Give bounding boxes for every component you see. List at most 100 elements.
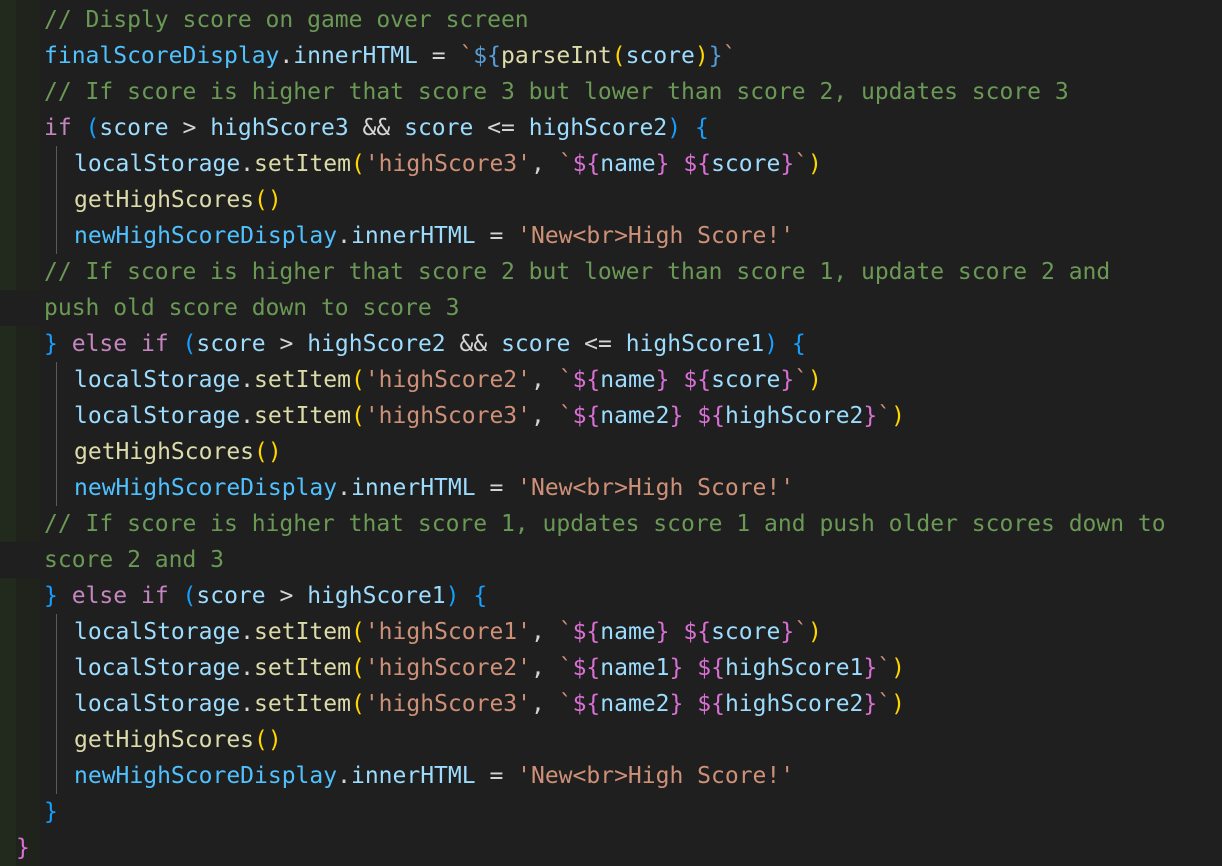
code-token: 'highScore2'	[364, 367, 531, 393]
code-token: ()	[254, 187, 282, 213]
code-token: (	[611, 43, 626, 69]
code-token: // If score is higher that score 2 but l…	[44, 259, 1111, 285]
code-line[interactable]: localStorage.setItem('highScore2', `${na…	[0, 650, 1222, 686]
code-line[interactable]: if (score > highScore3 && score <= highS…	[0, 110, 1222, 146]
code-line[interactable]: localStorage.setItem('highScore3', `${na…	[0, 398, 1222, 434]
line-text: } else if (score > highScore2 && score <…	[44, 326, 806, 362]
code-lines[interactable]: // Disply score on game over screen fina…	[0, 2, 1222, 866]
line-text: newHighScoreDisplay.innerHTML = 'New<br>…	[74, 758, 794, 794]
code-line[interactable]: newHighScoreDisplay.innerHTML = 'New<br>…	[0, 470, 1222, 506]
code-line[interactable]: } else if (score > highScore1) {	[0, 578, 1222, 614]
code-token: innerHTML	[293, 43, 418, 69]
code-line[interactable]: } else if (score > highScore2 && score <…	[0, 326, 1222, 362]
code-line[interactable]: getHighScores()	[0, 182, 1222, 218]
code-token: ${	[683, 367, 712, 393]
wrap-gap	[0, 542, 40, 578]
code-token: }	[16, 835, 30, 861]
code-token: {	[791, 331, 806, 357]
code-token: .	[240, 367, 255, 393]
code-line[interactable]: newHighScoreDisplay.innerHTML = 'New<br>…	[0, 218, 1222, 254]
code-token: newHighScoreDisplay	[74, 763, 338, 789]
code-line[interactable]: getHighScores()	[0, 434, 1222, 470]
line-text: localStorage.setItem('highScore3', `${na…	[74, 146, 822, 182]
line-text: if (score > highScore3 && score <= highS…	[44, 110, 709, 146]
code-token: name2	[600, 691, 670, 717]
code-token: score 2 and 3	[44, 547, 225, 573]
code-line[interactable]: newHighScoreDisplay.innerHTML = 'New<br>…	[0, 758, 1222, 794]
code-token: ()	[254, 727, 282, 753]
line-text: // Disply score on game over screen	[44, 2, 529, 38]
line-text: // If score is higher that score 2 but l…	[44, 254, 1110, 290]
code-token: ${	[572, 367, 601, 393]
code-token: `	[558, 655, 573, 681]
code-token: ${	[697, 403, 725, 429]
code-token: =	[475, 223, 518, 249]
code-token: `	[877, 655, 892, 681]
code-token: &&	[445, 331, 502, 357]
code-token: (	[182, 583, 197, 609]
code-line[interactable]: localStorage.setItem('highScore3', `${na…	[0, 146, 1222, 182]
code-token: .	[240, 619, 255, 645]
code-token: innerHTML	[350, 475, 476, 501]
code-token: `	[794, 619, 809, 645]
code-line[interactable]: // If score is higher that score 3 but l…	[0, 74, 1222, 110]
indent-guide	[56, 650, 57, 686]
code-token: }	[669, 691, 684, 717]
code-token: setItem	[254, 655, 351, 681]
code-token: 'highScore1'	[364, 619, 531, 645]
code-line-wrapped[interactable]: score 2 and 3	[0, 542, 1222, 578]
code-token: )	[764, 331, 779, 357]
code-token: }	[780, 151, 795, 177]
code-token: `	[558, 367, 573, 393]
code-token: )	[891, 403, 905, 429]
code-token: highScore2	[307, 331, 446, 357]
code-token: (	[350, 655, 365, 681]
code-token: `	[558, 403, 573, 429]
code-line[interactable]: localStorage.setItem('highScore2', `${na…	[0, 362, 1222, 398]
code-token: (	[350, 403, 365, 429]
code-token: score	[711, 619, 781, 645]
code-token: {	[473, 583, 488, 609]
code-token: // If score is higher that score 3 but l…	[44, 79, 1069, 105]
code-token: setItem	[254, 151, 351, 177]
line-text: localStorage.setItem('highScore1', `${na…	[74, 614, 822, 650]
code-token: .	[240, 403, 255, 429]
code-line[interactable]: // If score is higher that score 1, upda…	[0, 506, 1222, 542]
code-editor[interactable]: // Disply score on game over screen fina…	[0, 0, 1222, 866]
code-line[interactable]: getHighScores()	[0, 722, 1222, 758]
code-token: highScore1	[724, 655, 864, 681]
code-token: ()	[254, 439, 282, 465]
code-line[interactable]: localStorage.setItem('highScore1', `${na…	[0, 614, 1222, 650]
code-line[interactable]: finalScoreDisplay.innerHTML = `${parseIn…	[0, 38, 1222, 74]
code-line-wrapped[interactable]: push old score down to score 3	[0, 290, 1222, 326]
code-token: }	[44, 583, 58, 609]
code-token: ${	[572, 655, 601, 681]
code-token: }	[655, 151, 670, 177]
code-token: =	[417, 43, 460, 69]
code-token: >	[168, 115, 211, 141]
code-line[interactable]: // If score is higher that score 2 but l…	[0, 254, 1222, 290]
code-token: score	[196, 583, 266, 609]
code-token: }	[863, 655, 878, 681]
line-text: push old score down to score 3	[44, 290, 459, 326]
code-token: =	[475, 475, 518, 501]
code-token: .	[240, 151, 255, 177]
code-line[interactable]: }	[0, 830, 1222, 866]
code-line[interactable]: // Disply score on game over screen	[0, 2, 1222, 38]
code-token: localStorage	[74, 655, 241, 681]
code-token: innerHTML	[350, 763, 476, 789]
code-token: score	[99, 115, 169, 141]
code-token: ${	[572, 403, 601, 429]
code-line[interactable]: }	[0, 794, 1222, 830]
code-token: // Disply score on game over screen	[44, 7, 529, 33]
code-token: 'New<br>High Score!'	[517, 475, 795, 501]
code-line[interactable]: localStorage.setItem('highScore3', `${na…	[0, 686, 1222, 722]
line-text: localStorage.setItem('highScore3', `${na…	[74, 686, 905, 722]
